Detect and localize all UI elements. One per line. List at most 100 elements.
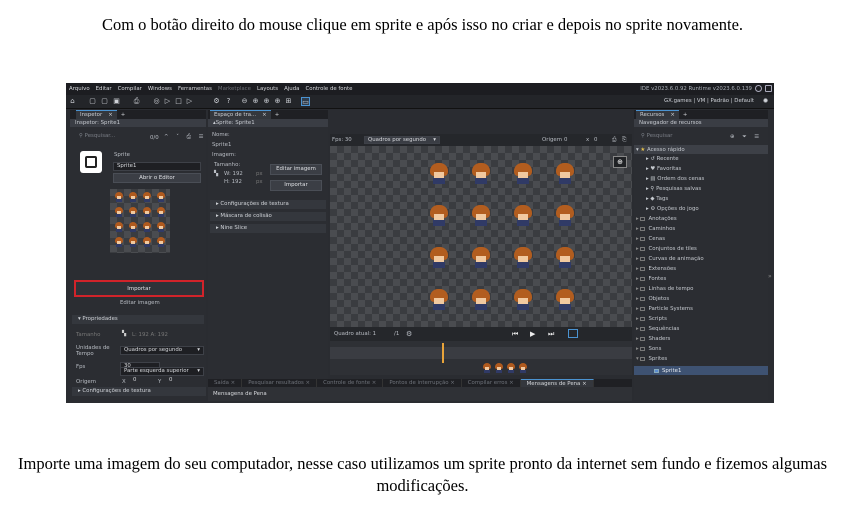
resource-group[interactable]: ▾ Sprites	[636, 356, 667, 362]
resource-group[interactable]: ▸ Scripts	[636, 316, 667, 322]
quick-access-item[interactable]: ▸ ♥ Favoritas	[646, 166, 681, 172]
edit-image-button[interactable]: Editar imagem	[270, 164, 322, 175]
save-icon[interactable]: ▣	[112, 97, 121, 106]
target-selector[interactable]: GX.games | VM | Padrão | Default	[664, 98, 754, 104]
resource-group[interactable]: ▸ Sequências	[636, 326, 679, 332]
origin-y[interactable]: 0	[594, 137, 597, 143]
collapse-arrow-icon[interactable]: »	[768, 183, 774, 293]
resource-group[interactable]: ▸ Caminhos	[636, 226, 675, 232]
menu-marketplace[interactable]: Marketplace	[215, 86, 254, 92]
close-icon[interactable]: ×	[108, 112, 113, 118]
output-tab[interactable]: Mensagens de Pena ×	[520, 379, 594, 387]
origin-y-input[interactable]: 0	[166, 377, 192, 386]
package-icon[interactable]: ⎙	[132, 97, 141, 106]
tab-workspace[interactable]: Espaço de tra... ×	[210, 110, 271, 119]
resource-group[interactable]: ▸ Cenas	[636, 236, 665, 242]
resource-group[interactable]: ▸ Sons	[636, 346, 661, 352]
playback-mode-select[interactable]: Quadros por segundo ▾	[364, 136, 440, 144]
skip-forward-icon[interactable]: ⏭	[548, 330, 554, 339]
quick-access-item[interactable]: ▸ ↺ Recente	[646, 156, 679, 162]
menu-compilar[interactable]: Compilar	[115, 86, 145, 92]
zoom-fit-icon[interactable]: ⊕	[262, 97, 271, 106]
output-tab[interactable]: Compilar erros ×	[462, 379, 521, 387]
texture-config-section[interactable]: ▸ Configurações de textura	[72, 387, 206, 396]
sprite1-item[interactable]: Sprite1	[654, 368, 681, 374]
home-icon[interactable]: ⌂	[68, 97, 77, 106]
zoom-reset-icon[interactable]: ⊕	[273, 97, 282, 106]
settings-icon[interactable]: ⚙	[406, 330, 412, 338]
add-tab-icon[interactable]: +	[275, 112, 280, 118]
resource-group[interactable]: ▸ Conjuntos de tiles	[636, 246, 697, 252]
stop-icon[interactable]: □	[174, 97, 183, 106]
sprite-thumbnail[interactable]	[80, 151, 102, 173]
texture-config-section[interactable]: ▸ Configurações de textura	[210, 200, 326, 209]
run-icon[interactable]: ▷	[163, 97, 172, 106]
origin-x[interactable]: 0	[564, 137, 567, 143]
quick-access-label[interactable]: ▾ ★ Acesso rápido	[636, 147, 685, 153]
inspector-search[interactable]: ⚲ Pesquisar...	[76, 133, 146, 142]
zoom-out-icon[interactable]: ⊖	[240, 97, 249, 106]
nine-slice-section[interactable]: ▸ Nine Slice	[210, 224, 326, 233]
quick-access-item[interactable]: ▸ ⚲ Pesquisas salvas	[646, 186, 701, 192]
name-value[interactable]: Sprite1	[212, 142, 231, 148]
playhead[interactable]	[442, 343, 444, 363]
play-icon[interactable]: ▶	[530, 330, 535, 338]
selected-sprite-row[interactable]: Sprite1	[634, 366, 768, 375]
pin-icon[interactable]: ⎘	[622, 137, 626, 144]
close-icon[interactable]: ×	[670, 112, 675, 118]
add-tab-icon[interactable]: +	[683, 112, 688, 118]
output-tab[interactable]: Controle de fonte ×	[317, 379, 384, 387]
resources-search[interactable]: ⚲ Pesquisar	[638, 133, 724, 142]
resource-group[interactable]: ▸ Curvas de animação	[636, 256, 704, 262]
menu-layouts[interactable]: Layouts	[254, 86, 281, 92]
tab-inspector[interactable]: Inspetor ×	[76, 110, 117, 119]
edit-image-link[interactable]: Editar imagem	[120, 300, 160, 306]
units-select[interactable]: Quadros por segundo ▾	[120, 346, 204, 355]
window-icon[interactable]	[765, 85, 772, 92]
menu-editar[interactable]: Editar	[93, 86, 115, 92]
timeline-frame-thumb[interactable]	[482, 363, 542, 373]
sprite-name-field[interactable]: Sprite1	[113, 162, 201, 171]
grid-icon[interactable]: ⊞	[284, 97, 293, 106]
collision-mask-section[interactable]: ▸ Máscara de colisão	[210, 212, 326, 221]
resource-group[interactable]: ▸ Linhas de tempo	[636, 286, 693, 292]
settings-icon[interactable]: ⚙	[212, 97, 221, 106]
lock-icon[interactable]: ⎙	[612, 137, 616, 144]
properties-section[interactable]: ▾ Propriedades	[72, 315, 204, 324]
new-file-icon[interactable]: ▢	[88, 97, 97, 106]
menu-arquivo[interactable]: Arquivo	[66, 86, 93, 92]
quick-access-item[interactable]: ▸ ▤ Ordem dos cenas	[646, 176, 704, 182]
menu-controle-fonte[interactable]: Controle de fonte	[302, 86, 355, 92]
skip-back-icon[interactable]: ⏮	[512, 330, 518, 339]
menu-ajuda[interactable]: Ajuda	[281, 86, 302, 92]
menu-windows[interactable]: Windows	[145, 86, 175, 92]
add-tab-icon[interactable]: +	[121, 112, 126, 118]
help-icon[interactable]: ?	[224, 97, 233, 106]
account-icon[interactable]	[755, 85, 762, 92]
workspace-toggle-icon[interactable]: ▭	[301, 97, 310, 106]
resource-tools-icon[interactable]: ⊕ ⏷ ☰	[730, 134, 762, 141]
resource-group[interactable]: ▸ Particle Systems	[636, 306, 693, 312]
zoom-icon[interactable]: ⊕	[613, 156, 627, 168]
close-icon[interactable]: ×	[262, 112, 267, 118]
timeline[interactable]	[330, 341, 632, 375]
quick-access-row[interactable]: ▾ ★ Acesso rápido	[634, 145, 768, 154]
resource-group[interactable]: ▸ Extensões	[636, 266, 676, 272]
output-tab[interactable]: Saída ×	[208, 379, 243, 387]
resource-group[interactable]: ▸ Objetos	[636, 296, 669, 302]
resource-group[interactable]: ▸ Fontes	[636, 276, 666, 282]
target-gear-icon[interactable]: ✹	[761, 97, 770, 106]
zoom-in-icon[interactable]: ⊕	[251, 97, 260, 106]
output-tab[interactable]: Pesquisar resultados ×	[242, 379, 318, 387]
import-button[interactable]: Importar	[270, 180, 322, 191]
open-icon[interactable]: ▢	[100, 97, 109, 106]
quick-access-item[interactable]: ▸ ◆ Tags	[646, 196, 668, 202]
open-editor-button[interactable]: Abrir o Editor	[113, 173, 201, 183]
debug-icon[interactable]: ▷	[185, 97, 194, 106]
import-button[interactable]: Importar	[74, 280, 204, 297]
nav-arrows-icon[interactable]: ^ ˅ ⎙ ☰	[164, 134, 207, 141]
clean-icon[interactable]: ◎	[152, 97, 161, 106]
sprite-canvas[interactable]: ⊕	[330, 146, 632, 327]
origin-preset-select[interactable]: Parte esquerda superior ▾	[120, 367, 204, 376]
origin-x-input[interactable]: 0	[130, 377, 156, 386]
